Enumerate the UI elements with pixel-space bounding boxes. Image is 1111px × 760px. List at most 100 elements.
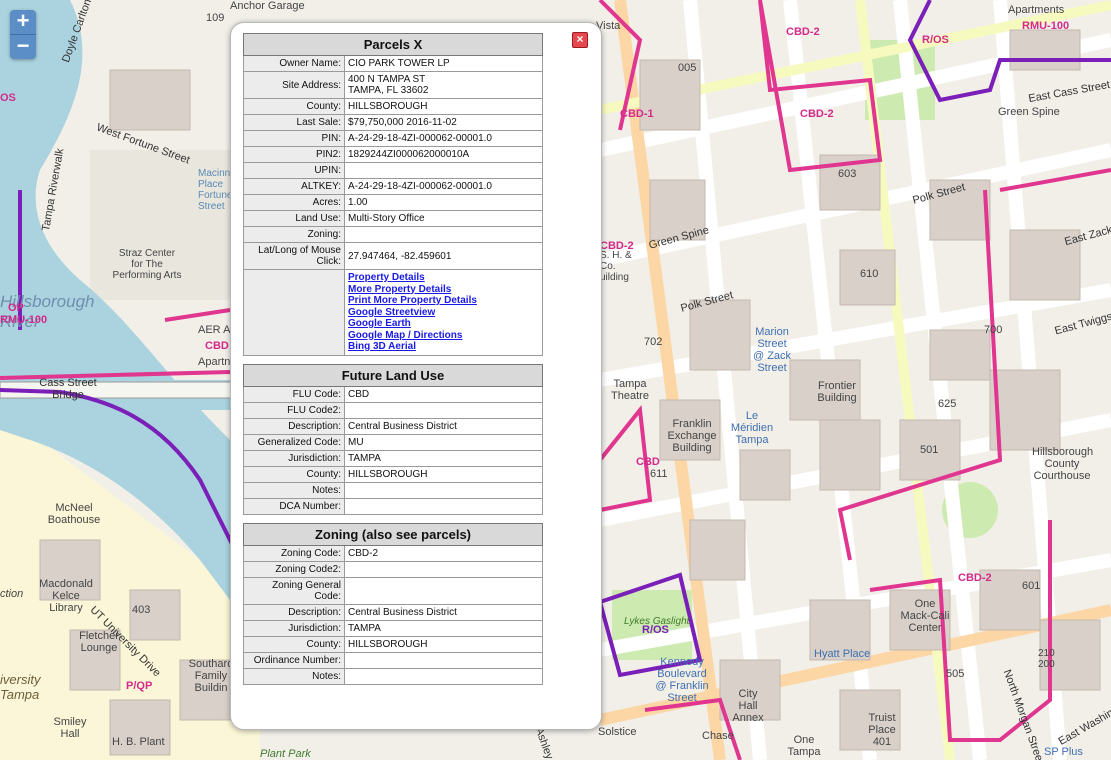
map-label-501: 501 <box>920 444 939 456</box>
parcel-links: Property Details More Property Details Pri… <box>344 269 543 356</box>
map-label-anchor-garage: Anchor Garage <box>230 0 305 12</box>
parcel-link-google-earth[interactable]: Google Earth <box>348 318 539 330</box>
parcel-field-row: Owner Name: CIO PARK TOWER LP <box>243 55 543 72</box>
zone-label-pqp: P/QP <box>126 680 153 692</box>
parcel-field-label: Lat/Long of Mouse Click: <box>243 242 345 270</box>
map-label-603: 603 <box>838 168 857 180</box>
zone-label-os-left: OS <box>0 92 16 104</box>
parcel-link-google-streetview[interactable]: Google Streetview <box>348 307 539 319</box>
zone-label-rmu100-top: RMU-100 <box>1022 20 1070 32</box>
flu-field-value: TAMPA <box>344 449 543 467</box>
zoning-title: Zoning (also see parcels) <box>243 522 543 546</box>
zoning-field-row: Notes: <box>243 667 543 685</box>
map-label-chase: Chase <box>702 730 734 742</box>
map-label-hb-plant: H. B. Plant <box>112 736 165 748</box>
map-label-702: 702 <box>644 336 663 348</box>
zoom-out-button[interactable]: − <box>10 34 36 59</box>
parcel-field-label: UPIN: <box>243 162 345 179</box>
zoning-field-label: Notes: <box>243 667 345 685</box>
zoom-in-button[interactable]: + <box>10 10 36 34</box>
parcel-field-row: PIN: A-24-29-18-4ZI-000062-00001.0 <box>243 130 543 147</box>
map-label-610: 610 <box>860 268 879 280</box>
parcel-field-value <box>344 162 543 179</box>
map-label-southard: Southard Family Buildin <box>188 658 234 694</box>
zoning-field-label: Description: <box>243 603 345 621</box>
flu-field-row: Jurisdiction: TAMPA <box>243 449 543 467</box>
parcel-link-more-property-details[interactable]: More Property Details <box>348 284 539 296</box>
zoning-field-row: Ordinance Number: <box>243 651 543 669</box>
parcel-field-value <box>344 226 543 243</box>
parcel-field-value: A-24-29-18-4ZI-000062-00001.0 <box>344 130 543 147</box>
zone-label-rmu100-left: RMU-100 <box>0 314 48 326</box>
parcels-table: Parcels X Owner Name: CIO PARK TOWER LP Si… <box>243 33 543 356</box>
parcel-field-value: 27.947464, -82.459601 <box>344 242 543 270</box>
zoning-field-row: Description: Central Business District <box>243 603 543 621</box>
map-label-green-spine-top: Green Spine <box>998 106 1060 118</box>
flu-field-row: Generalized Code: MU <box>243 433 543 451</box>
parcel-field-label: Site Address: <box>243 71 345 99</box>
zoning-table: Zoning (also see parcels) Zoning Code: CB… <box>243 522 543 685</box>
map-label-505: 505 <box>946 668 965 680</box>
zoning-field-value <box>344 651 543 669</box>
zone-label-cbd1: CBD-1 <box>620 108 654 120</box>
parcel-link-property-details[interactable]: Property Details <box>348 272 539 284</box>
flu-field-label: FLU Code: <box>243 385 345 403</box>
map-label-403: 403 <box>132 604 151 616</box>
map-label-macinnes: Macinnes Place Fortune Street <box>198 168 241 212</box>
zone-label-ros-top: R/OS <box>922 34 949 46</box>
parcel-field-row: PIN2: 1829244ZI000062000010A <box>243 146 543 163</box>
flu-table: Future Land Use FLU Code: CBD FLU Code2: De… <box>243 363 543 515</box>
zoning-field-label: Zoning Code2: <box>243 560 345 578</box>
parcel-link-print-more-property-details[interactable]: Print More Property Details <box>348 295 539 307</box>
flu-field-value: Central Business District <box>344 417 543 435</box>
parcel-field-value: Multi-Story Office <box>344 210 543 227</box>
flu-title: Future Land Use <box>243 363 543 387</box>
zoning-field-label: Jurisdiction: <box>243 619 345 637</box>
map-label-700: 700 <box>984 324 1003 336</box>
map-label-hyatt: Hyatt Place <box>814 648 871 660</box>
flu-field-value: MU <box>344 433 543 451</box>
parcel-field-value: CIO PARK TOWER LP <box>344 55 543 72</box>
zoning-field-label: Zoning General Code: <box>243 576 345 605</box>
parcel-field-value: HILLSBOROUGH <box>344 98 543 115</box>
parcel-field-row: ALTKEY: A-24-29-18-4ZI-000062-00001.0 <box>243 178 543 195</box>
map-label-macdonald: Macdonald Kelce Library <box>39 578 93 614</box>
flu-field-label: FLU Code2: <box>243 401 345 419</box>
parcel-field-row: Site Address: 400 N TAMPA ST TAMPA, FL 33… <box>243 71 543 99</box>
zone-label-cbd-left: CBD <box>205 340 229 352</box>
map-label-hs: S. H. & Co. uilding <box>600 250 632 283</box>
map-label-apartments: Apartments <box>1008 4 1065 16</box>
map-label-one-tampa: One Tampa <box>787 734 821 758</box>
map-label-frontier: Frontier Building <box>817 380 857 404</box>
map-label-mcneel: McNeel Boathouse <box>47 502 101 526</box>
map-label-kennedy: Kennedy Boulevard @ Franklin Street <box>655 656 709 704</box>
map-label-marion: Marion Street @ Zack Street <box>752 326 792 374</box>
flu-field-label: County: <box>243 465 345 483</box>
zoning-field-row: Zoning Code2: <box>243 560 543 578</box>
flu-field-label: Notes: <box>243 481 345 499</box>
parcel-field-value: A-24-29-18-4ZI-000062-00001.0 <box>344 178 543 195</box>
map-label-210: 210 200 <box>1038 648 1055 670</box>
flu-field-row: Notes: <box>243 481 543 499</box>
zoning-field-row: Jurisdiction: TAMPA <box>243 619 543 637</box>
flu-field-value <box>344 497 543 515</box>
map-label-truist: Truist Place 401 <box>868 712 896 748</box>
zone-label-cbd2-right: CBD-2 <box>958 572 992 584</box>
zoning-field-label: County: <box>243 635 345 653</box>
close-icon[interactable]: × <box>572 32 588 48</box>
map-label-straz: Straz Center for The Performing Arts <box>112 248 182 281</box>
map-label-601: 601 <box>1022 580 1041 592</box>
zone-label-cbd2-b: CBD-2 <box>800 108 834 120</box>
parcel-field-value: 1829244ZI000062000010A <box>344 146 543 163</box>
map-label-109: 109 <box>206 12 225 24</box>
zoning-field-value <box>344 667 543 685</box>
parcel-link-bing-3d-aerial[interactable]: Bing 3D Aerial <box>348 341 539 353</box>
map-label-plant-park: Plant Park <box>260 748 311 760</box>
zoning-field-label: Ordinance Number: <box>243 651 345 669</box>
zoning-field-value <box>344 560 543 578</box>
parcel-field-row: Lat/Long of Mouse Click: 27.947464, -82.4… <box>243 242 543 270</box>
parcel-field-label: Zoning: <box>243 226 345 243</box>
map-label-one-mack: One Mack-Cali Center <box>900 598 950 634</box>
parcel-link-google-map-directions[interactable]: Google Map / Directions <box>348 330 539 342</box>
map-label-solstice: Solstice <box>598 726 637 738</box>
